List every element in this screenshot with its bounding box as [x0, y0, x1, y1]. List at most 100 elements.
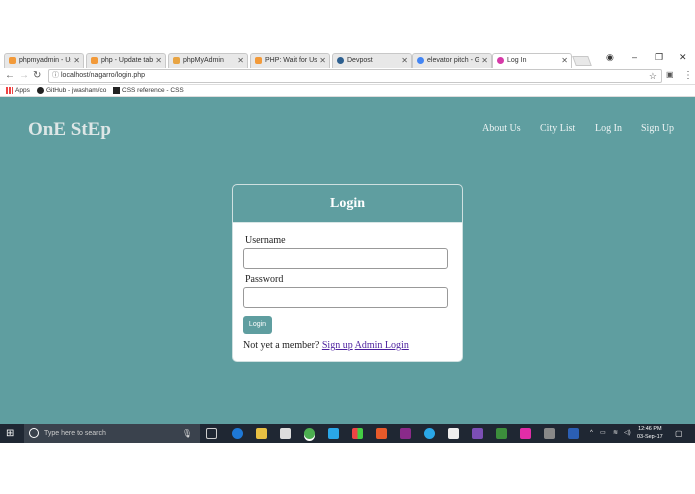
tab-close-icon[interactable]: ✕ — [319, 54, 326, 68]
login-button[interactable]: Login — [243, 316, 272, 334]
tab-label: Devpost — [347, 57, 373, 64]
login-title: Login — [233, 185, 462, 223]
tab-favicon-icon — [497, 57, 504, 64]
visual-studio-icon[interactable] — [472, 428, 483, 439]
notifications-icon[interactable]: ▢ — [675, 424, 683, 443]
app-icon[interactable] — [376, 428, 387, 439]
css-reference-icon — [113, 86, 120, 94]
login-card: Login Username Password Login Not yet a … — [232, 184, 463, 362]
taskbar-clock[interactable]: 12:46 PM 03-Sep-17 — [637, 425, 663, 441]
app-icon[interactable] — [424, 428, 435, 439]
bookmark-apps[interactable]: Apps — [6, 86, 30, 96]
nav-log-in[interactable]: Log In — [595, 123, 622, 134]
username-field[interactable] — [243, 248, 448, 269]
window-close-icon[interactable]: ✕ — [679, 52, 687, 63]
taskbar-search[interactable]: Type here to search 🎙 — [24, 424, 200, 443]
member-prompt: Not yet a member? Sign up Admin Login — [243, 340, 409, 351]
member-text: Not yet a member? — [243, 340, 320, 351]
app-icon[interactable] — [328, 428, 339, 439]
browser-tab[interactable]: php - Update tabl ✕ — [86, 53, 166, 68]
url-text: localhost/nagarro/login.php — [61, 72, 146, 79]
minimize-icon[interactable]: – — [632, 52, 637, 62]
tab-label: Log In — [507, 57, 527, 64]
tab-favicon-icon — [255, 57, 262, 64]
browser-tab[interactable]: phpMyAdmin ✕ — [168, 53, 248, 68]
url-input[interactable]: ⓘ localhost/nagarro/login.php ☆ — [48, 69, 662, 83]
reload-icon[interactable]: ↻ — [33, 70, 41, 81]
tab-close-icon[interactable]: ✕ — [237, 54, 244, 68]
tab-close-icon[interactable]: ✕ — [155, 54, 162, 68]
nav-sign-up[interactable]: Sign Up — [641, 123, 674, 134]
browser-tab[interactable]: Devpost ✕ — [332, 53, 412, 68]
tab-close-icon[interactable]: ✕ — [481, 54, 488, 68]
store-icon[interactable] — [280, 428, 291, 439]
github-icon — [37, 86, 44, 94]
browser-tab-strip: phpmyadmin - Us ✕ php - Update tabl ✕ phpM… — [0, 50, 695, 68]
username-label: Username — [245, 235, 286, 246]
app-icon[interactable] — [544, 428, 555, 439]
password-label: Password — [245, 274, 284, 285]
browser-tab-active[interactable]: Log In ✕ — [492, 53, 572, 68]
browser-tab[interactable]: elevator pitch - G ✕ — [412, 53, 492, 68]
tab-close-icon[interactable]: ✕ — [561, 54, 568, 68]
app-icon[interactable] — [496, 428, 507, 439]
tab-favicon-icon — [337, 57, 344, 64]
back-icon[interactable]: ← — [5, 70, 15, 81]
edge-icon[interactable] — [232, 428, 243, 439]
top-blank-area — [0, 0, 695, 50]
extension-icon[interactable]: ▣ — [666, 70, 674, 79]
tab-favicon-icon — [9, 57, 16, 64]
tab-close-icon[interactable]: ✕ — [401, 54, 408, 68]
profile-icon[interactable]: ◉ — [606, 52, 614, 63]
apps-grid-icon — [6, 86, 13, 94]
tab-close-icon[interactable]: ✕ — [73, 54, 80, 68]
task-view-icon[interactable] — [206, 428, 217, 439]
bookmark-label: CSS reference - CSS — [122, 87, 184, 94]
bookmark-label: GitHub - jwasham/co — [46, 87, 107, 94]
bookmarks-bar: Apps GitHub - jwasham/co CSS reference -… — [0, 85, 695, 97]
web-page: OnE StEp About Us City List Log In Sign … — [0, 97, 695, 424]
search-placeholder: Type here to search — [44, 430, 106, 437]
signup-link[interactable]: Sign up — [322, 340, 353, 351]
tab-label: phpmyadmin - Us — [19, 57, 71, 64]
tab-label: phpMyAdmin — [183, 57, 224, 64]
site-brand[interactable]: OnE StEp — [28, 119, 111, 141]
password-field[interactable] — [243, 287, 448, 308]
bookmark-star-icon[interactable]: ☆ — [649, 70, 657, 82]
info-icon[interactable]: ⓘ — [52, 70, 59, 82]
tab-favicon-icon — [91, 57, 98, 64]
bookmark-label: Apps — [15, 87, 30, 94]
browser-tab[interactable]: PHP: Wait for Use ✕ — [250, 53, 330, 68]
menu-dots-icon[interactable]: ⋮ — [683, 70, 693, 81]
nav-about-us[interactable]: About Us — [482, 123, 521, 134]
browser-tab[interactable]: phpmyadmin - Us ✕ — [4, 53, 84, 68]
chrome-icon[interactable] — [304, 428, 315, 439]
tab-favicon-icon — [417, 57, 424, 64]
volume-icon[interactable]: ◁) — [624, 424, 631, 443]
tab-label: PHP: Wait for Use — [265, 57, 317, 64]
new-tab-button[interactable] — [572, 56, 592, 66]
wifi-icon[interactable]: ≋ — [613, 424, 618, 443]
clock-date: 03-Sep-17 — [637, 434, 663, 440]
tab-favicon-icon — [173, 57, 180, 64]
file-explorer-icon[interactable] — [256, 428, 267, 439]
app-icon[interactable] — [520, 428, 531, 439]
windows-start-icon[interactable]: ⊞ — [6, 428, 14, 439]
bookmark-css-reference[interactable]: CSS reference - CSS — [113, 86, 184, 96]
tray-chevron-icon[interactable]: ^ — [590, 424, 593, 443]
cortana-icon — [29, 428, 39, 438]
microphone-icon[interactable]: 🎙 — [182, 424, 192, 443]
nav-city-list[interactable]: City List — [540, 123, 575, 134]
app-icon[interactable] — [400, 428, 411, 439]
restore-icon[interactable]: ❐ — [655, 52, 663, 63]
forward-icon[interactable]: → — [19, 70, 29, 81]
clock-time: 12:46 PM — [638, 426, 662, 432]
tab-label: elevator pitch - G — [427, 57, 479, 64]
word-icon[interactable] — [568, 428, 579, 439]
battery-icon[interactable]: ▭ — [600, 424, 606, 443]
windows-taskbar: ⊞ Type here to search 🎙 ^ ▭ ≋ ◁) 12:46 P… — [0, 424, 695, 443]
mail-icon[interactable] — [448, 428, 459, 439]
app-icon[interactable] — [352, 428, 363, 439]
bookmark-github[interactable]: GitHub - jwasham/co — [37, 86, 106, 96]
admin-login-link[interactable]: Admin Login — [355, 340, 409, 351]
